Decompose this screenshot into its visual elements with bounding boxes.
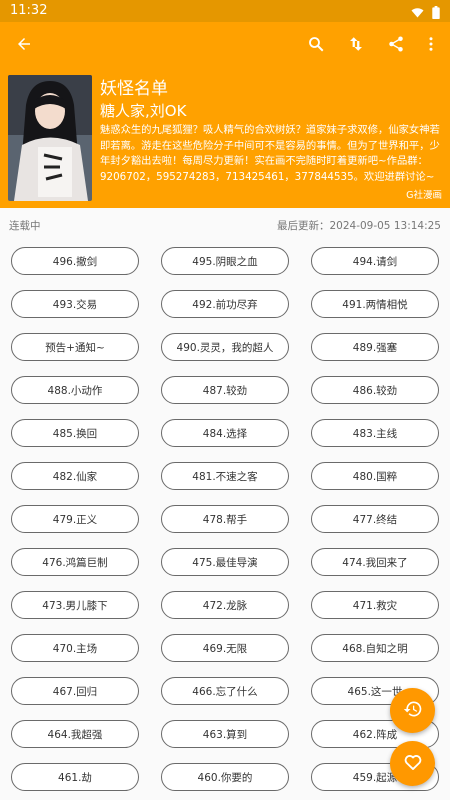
chapter-button[interactable]: 预告+通知~ <box>11 333 139 361</box>
book-source: G社漫画 <box>406 190 442 201</box>
chapter-button[interactable]: 481.不速之客 <box>161 462 289 490</box>
more-vert-icon[interactable] <box>416 29 446 59</box>
chapter-button[interactable]: 492.前功尽弃 <box>161 290 289 318</box>
chapter-button[interactable]: 491.两情相悦 <box>311 290 439 318</box>
status-time: 11:32 <box>10 3 48 18</box>
chapter-grid: 496.撤剑 495.阴眼之血 494.请剑 493.交易 492.前功尽弃 4… <box>11 247 441 791</box>
battery-icon <box>432 4 440 23</box>
chapter-button[interactable]: 485.换回 <box>11 419 139 447</box>
chapter-button[interactable]: 486.较劲 <box>311 376 439 404</box>
status-icons <box>411 4 440 23</box>
chapter-button[interactable]: 488.小动作 <box>11 376 139 404</box>
sort-icon[interactable] <box>341 29 371 59</box>
chapter-button[interactable]: 494.请剑 <box>311 247 439 275</box>
chapter-button[interactable]: 470.主场 <box>11 634 139 662</box>
back-arrow-icon[interactable] <box>9 29 39 59</box>
chapter-button[interactable]: 490.灵灵，我的超人 <box>161 333 289 361</box>
chapter-button[interactable]: 478.帮手 <box>161 505 289 533</box>
chapter-button[interactable]: 473.男儿膝下 <box>11 591 139 619</box>
book-description: 魅惑众生的九尾狐狸？吸人精气的合欢树妖？道家妹子求双修，仙家女神若即若离。游走在… <box>100 124 440 183</box>
chapter-button[interactable]: 477.终结 <box>311 505 439 533</box>
chapter-button[interactable]: 461.劫 <box>11 763 139 791</box>
chapter-button[interactable]: 480.国粹 <box>311 462 439 490</box>
book-author: 糖人家,刘OK <box>100 102 187 120</box>
chapter-button[interactable]: 483.主线 <box>311 419 439 447</box>
history-icon <box>403 699 423 723</box>
status-bar: 11:32 <box>0 0 450 22</box>
heart-outline-icon <box>403 752 423 776</box>
book-header: 妖怪名单 糖人家,刘OK 魅惑众生的九尾狐狸？吸人精气的合欢树妖？道家妹子求双修… <box>0 66 450 208</box>
wifi-icon <box>411 4 424 23</box>
chapter-button[interactable]: 463.算到 <box>161 720 289 748</box>
chapter-button[interactable]: 482.仙家 <box>11 462 139 490</box>
book-title: 妖怪名单 <box>100 79 168 99</box>
chapter-button[interactable]: 467.回归 <box>11 677 139 705</box>
chapter-button[interactable]: 464.我超强 <box>11 720 139 748</box>
search-icon[interactable] <box>301 29 331 59</box>
chapter-button[interactable]: 487.较劲 <box>161 376 289 404</box>
chapter-button[interactable]: 468.自知之明 <box>311 634 439 662</box>
chapter-button[interactable]: 460.你要的 <box>161 763 289 791</box>
chapter-button[interactable]: 469.无限 <box>161 634 289 662</box>
last-updated: 最后更新：2024-09-05 13:14:25 <box>276 220 441 232</box>
history-fab[interactable] <box>390 688 435 733</box>
chapter-button[interactable]: 475.最佳导演 <box>161 548 289 576</box>
chapter-button[interactable]: 484.选择 <box>161 419 289 447</box>
favorite-fab[interactable] <box>390 741 435 786</box>
chapter-button[interactable]: 495.阴眼之血 <box>161 247 289 275</box>
chapter-button[interactable]: 476.鸿篇巨制 <box>11 548 139 576</box>
chapter-button[interactable]: 496.撤剑 <box>11 247 139 275</box>
app-bar <box>0 22 450 66</box>
book-cover-image[interactable] <box>8 75 92 201</box>
share-icon[interactable] <box>381 29 411 59</box>
chapter-button[interactable]: 493.交易 <box>11 290 139 318</box>
chapter-button[interactable]: 489.强塞 <box>311 333 439 361</box>
chapter-button[interactable]: 471.救灾 <box>311 591 439 619</box>
chapter-button[interactable]: 466.忘了什么 <box>161 677 289 705</box>
chapter-button[interactable]: 472.龙脉 <box>161 591 289 619</box>
serial-status: 连载中 <box>9 220 41 232</box>
chapter-button[interactable]: 479.正义 <box>11 505 139 533</box>
chapter-button[interactable]: 474.我回来了 <box>311 548 439 576</box>
info-row: 连载中 最后更新：2024-09-05 13:14:25 <box>0 208 450 240</box>
